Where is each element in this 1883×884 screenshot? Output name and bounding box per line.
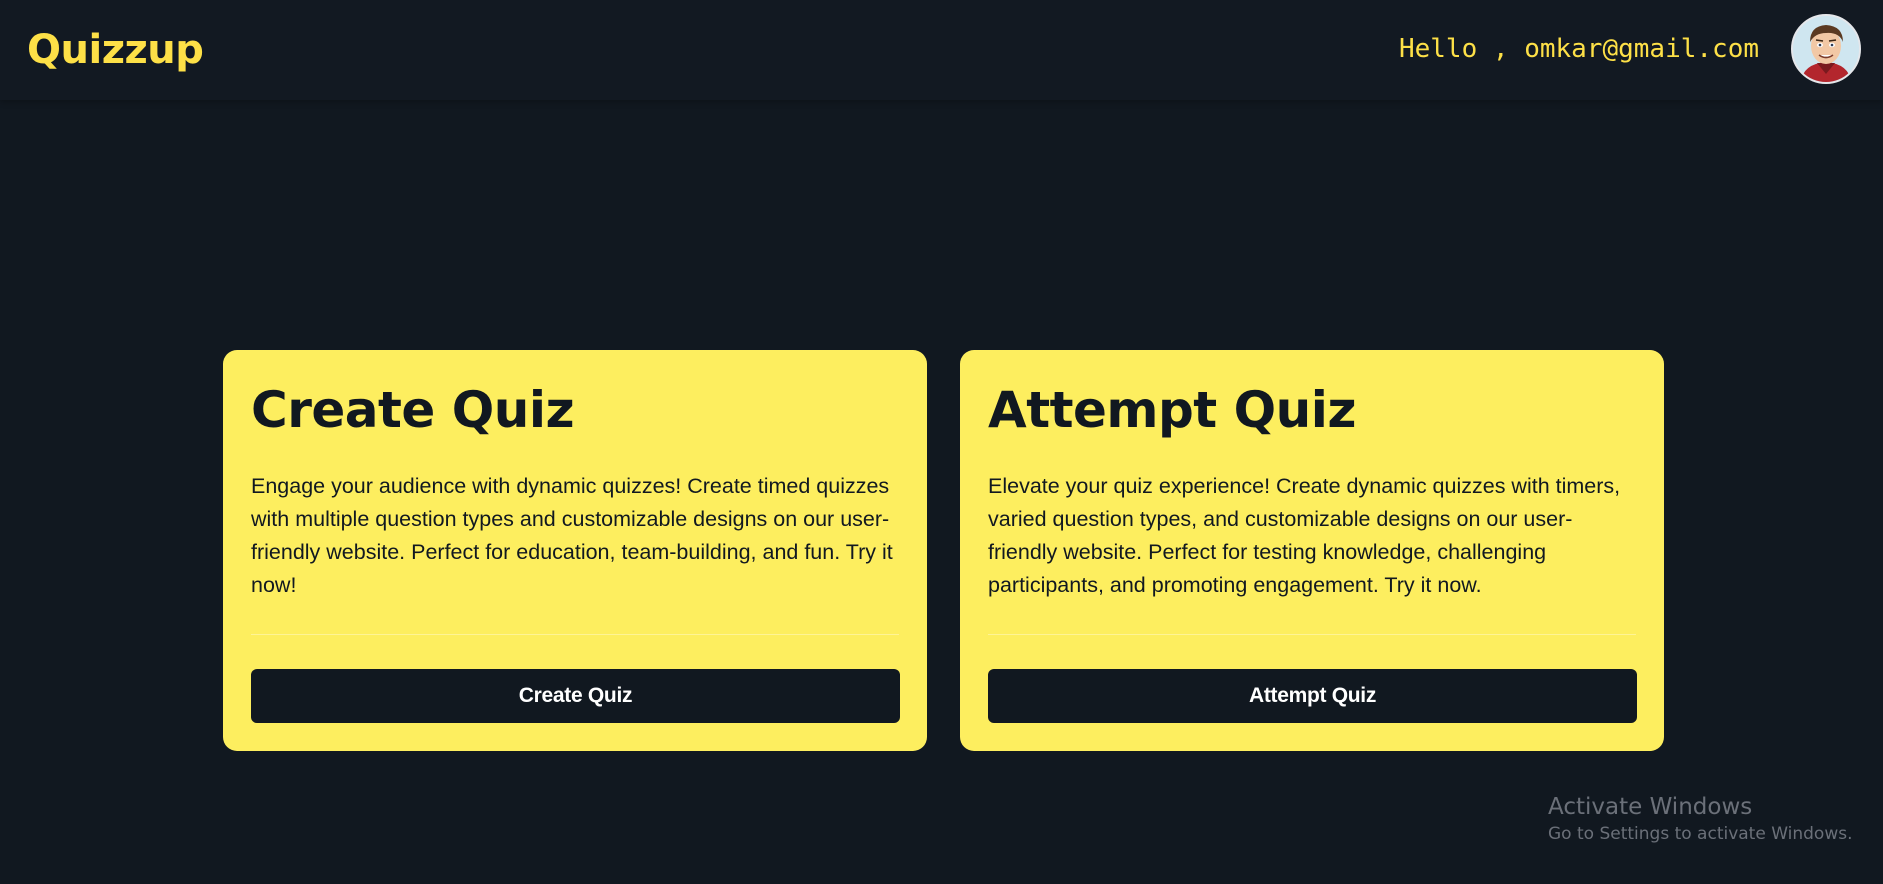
brand-logo-text[interactable]: Quizzup [27, 26, 204, 74]
user-greeting: Hello , omkar@gmail.com [1398, 34, 1759, 64]
attempt-quiz-card: Attempt Quiz Elevate your quiz experienc… [960, 350, 1664, 751]
watermark-subtitle: Go to Settings to activate Windows. [1548, 824, 1853, 844]
card-divider [988, 634, 1636, 635]
avatar-illustration [1793, 16, 1859, 82]
card-divider [251, 634, 899, 635]
attempt-quiz-button[interactable]: Attempt Quiz [988, 669, 1637, 723]
top-navbar: Quizzup Hello , omkar@gmail.com [0, 0, 1883, 100]
card-title: Attempt Quiz [988, 381, 1356, 439]
create-quiz-card: Create Quiz Engage your audience with dy… [223, 350, 927, 751]
card-description: Engage your audience with dynamic quizze… [251, 474, 893, 597]
watermark-title: Activate Windows [1548, 794, 1753, 820]
card-description: Elevate your quiz experience! Create dyn… [988, 474, 1621, 597]
create-quiz-button[interactable]: Create Quiz [251, 669, 900, 723]
user-avatar-icon[interactable] [1791, 14, 1861, 84]
windows-activation-watermark: Activate Windows Go to Settings to activ… [1548, 792, 1853, 846]
card-title: Create Quiz [251, 381, 575, 439]
